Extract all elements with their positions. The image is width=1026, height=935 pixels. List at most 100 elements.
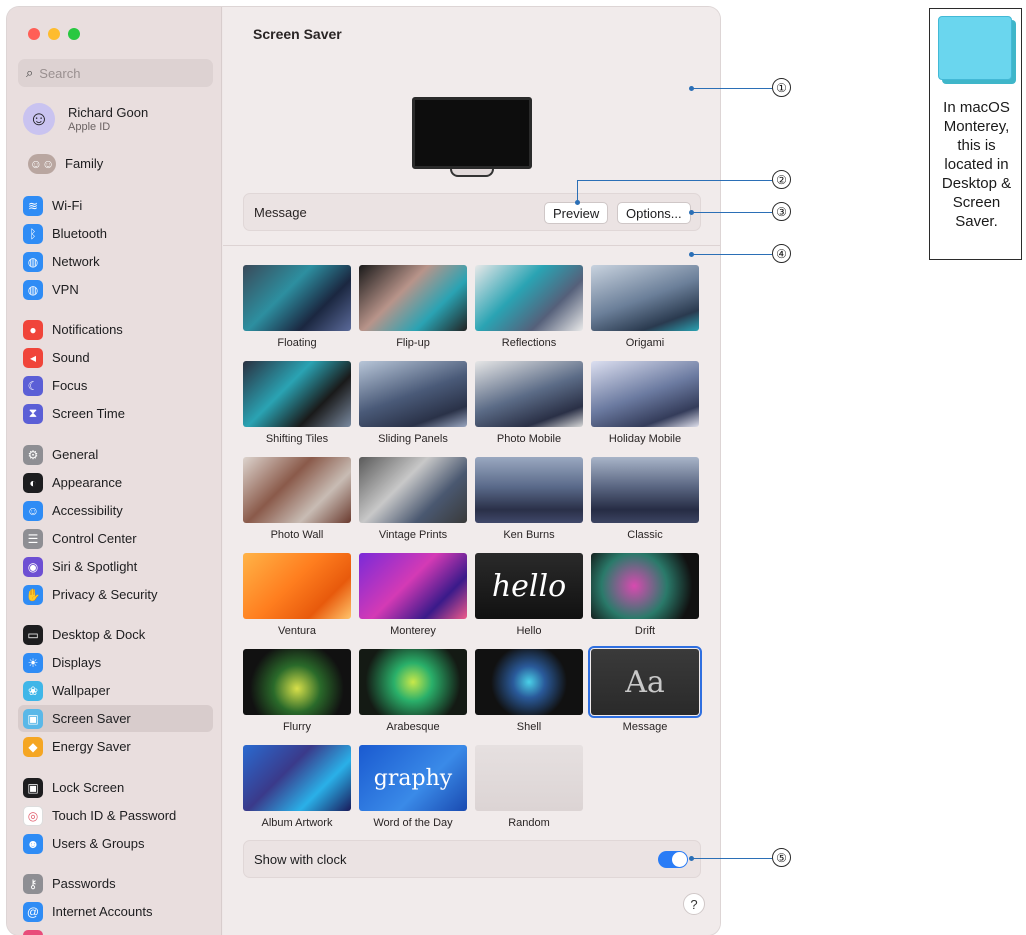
saver-thumbnail — [243, 649, 351, 715]
fingerprint-icon: ◎ — [23, 805, 43, 826]
selected-saver-row: Message Preview Options... — [243, 193, 701, 231]
sidebar-item-bluetooth[interactable]: ᛒ Bluetooth — [18, 220, 213, 247]
sidebar-item-sound[interactable]: ◂ Sound — [18, 344, 213, 371]
search-input[interactable]: ⌕ Search — [18, 59, 213, 87]
search-icon: ⌕ — [26, 65, 34, 80]
saver-tile-hello[interactable]: hello Hello — [475, 553, 583, 637]
saver-thumbnail: Aa — [588, 646, 702, 718]
apple-id-profile[interactable]: ☺ Richard Goon Apple ID — [23, 103, 148, 135]
bell-icon: ● — [23, 319, 43, 340]
sidebar-item-desktop-dock[interactable]: ▭ Desktop & Dock — [18, 621, 213, 648]
saver-thumbnail — [359, 457, 467, 523]
saver-tile-ken-burns[interactable]: Ken Burns — [475, 457, 583, 541]
sidebar-item-network[interactable]: ◍ Network — [18, 248, 213, 275]
sidebar-item-family[interactable]: ☺☺ Family — [23, 150, 213, 177]
saver-tile-monterey[interactable]: Monterey — [359, 553, 467, 637]
display-preview — [412, 97, 532, 169]
globe-icon: ◍ — [23, 251, 43, 272]
saver-tile-random[interactable]: Random — [475, 745, 583, 829]
speaker-icon: ◂ — [23, 347, 43, 368]
sidebar-item-label: Network — [52, 254, 100, 269]
sidebar-item-privacy-security[interactable]: ✋ Privacy & Security — [18, 581, 213, 608]
appearance-icon: ◐ — [23, 472, 43, 493]
saver-tile-holiday-mobile[interactable]: Holiday Mobile — [591, 361, 699, 445]
sidebar-item-displays[interactable]: ☀ Displays — [18, 649, 213, 676]
saver-tile-photo-wall[interactable]: Photo Wall — [243, 457, 351, 541]
sidebar-item-accessibility[interactable]: ☺ Accessibility — [18, 497, 213, 524]
saver-tile-flurry[interactable]: Flurry — [243, 649, 351, 733]
sidebar-item-label: Displays — [52, 655, 102, 670]
saver-label: Photo Mobile — [496, 433, 562, 445]
saver-tile-arabesque[interactable]: Arabesque — [359, 649, 467, 733]
preview-button[interactable]: Preview — [544, 202, 609, 224]
sidebar-item-appearance[interactable]: ◐ Appearance — [18, 469, 213, 496]
saver-tile-ventura[interactable]: Ventura — [243, 553, 351, 637]
saver-thumbnail — [475, 649, 583, 715]
sidebar-item-general[interactable]: ⚙ General — [18, 441, 213, 468]
saver-tile-flip-up[interactable]: Flip-up — [359, 265, 467, 349]
saver-label: Arabesque — [386, 721, 440, 733]
saver-tile-drift[interactable]: Drift — [591, 553, 699, 637]
saver-tile-message[interactable]: Aa Message — [588, 646, 702, 733]
sidebar-item-label: Wi-Fi — [52, 198, 83, 213]
show-with-clock-toggle[interactable] — [658, 851, 688, 868]
minimize-button[interactable] — [48, 28, 60, 40]
sidebar-item-vpn[interactable]: ◍ VPN — [18, 276, 213, 303]
saver-label: Message — [622, 721, 668, 733]
saver-tile-album-artwork[interactable]: Album Artwork — [243, 745, 351, 829]
sidebar-item-lock-screen[interactable]: ▣ Lock Screen — [18, 774, 213, 801]
sidebar: ⌕ Search ☺ Richard Goon Apple ID ☺☺ Fami… — [7, 7, 222, 935]
saver-tile-sliding-panels[interactable]: Sliding Panels — [359, 361, 467, 445]
saver-tile-origami[interactable]: Origami — [591, 265, 699, 349]
saver-tile-floating[interactable]: Floating — [243, 265, 351, 349]
saver-label: Floating — [277, 337, 317, 349]
sidebar-item-internet-accounts[interactable]: @ Internet Accounts — [18, 898, 213, 925]
sidebar-item-siri-spotlight[interactable]: ◉ Siri & Spotlight — [18, 553, 213, 580]
sidebar-item-passwords[interactable]: ⚷ Passwords — [18, 870, 213, 897]
dock-icon: ▭ — [23, 624, 43, 645]
saver-thumbnail — [591, 265, 699, 331]
sidebar-item-label: Privacy & Security — [52, 587, 158, 602]
saver-tile-shell[interactable]: Shell — [475, 649, 583, 733]
saver-thumbnail — [359, 649, 467, 715]
sidebar-item-label: Appearance — [52, 475, 123, 490]
sidebar-item-wallpaper[interactable]: ❀ Wallpaper — [18, 677, 213, 704]
zoom-button[interactable] — [68, 28, 80, 40]
sidebar-item-label: VPN — [52, 282, 79, 297]
saver-label: Vintage Prints — [378, 529, 448, 541]
sidebar-item-label: Notifications — [52, 322, 123, 337]
saver-tile-reflections[interactable]: Reflections — [475, 265, 583, 349]
saver-tile-vintage-prints[interactable]: Vintage Prints — [359, 457, 467, 541]
sidebar-item-control-center[interactable]: ☰ Control Center — [18, 525, 213, 552]
saver-tile-shifting-tiles[interactable]: Shifting Tiles — [243, 361, 351, 445]
sidebar-item-screen-time[interactable]: ⧗ Screen Time — [18, 400, 213, 427]
sidebar-item-screen-saver[interactable]: ▣ Screen Saver — [18, 705, 213, 732]
saver-tile-classic[interactable]: Classic — [591, 457, 699, 541]
sidebar-item-users-groups[interactable]: ☻ Users & Groups — [18, 830, 213, 857]
sidebar-item-focus[interactable]: ☾ Focus — [18, 372, 213, 399]
sidebar-item-notifications[interactable]: ● Notifications — [18, 316, 213, 343]
key-icon: ⚷ — [23, 873, 43, 894]
options-button[interactable]: Options... — [617, 202, 691, 224]
saver-label: Flurry — [282, 721, 312, 733]
sidebar-item-label: Siri & Spotlight — [52, 559, 138, 574]
sidebar-item-wi-fi[interactable]: ≋ Wi-Fi — [18, 192, 213, 219]
saver-thumbnail — [475, 457, 583, 523]
avatar: ☺ — [23, 103, 55, 135]
sidebar-item-label: Users & Groups — [52, 836, 145, 851]
desktop-screen-saver-icon — [938, 16, 1016, 90]
sidebar-item-energy-saver[interactable]: ◆ Energy Saver — [18, 733, 213, 760]
close-button[interactable] — [28, 28, 40, 40]
saver-thumbnail-text: Aa — [625, 664, 665, 700]
saver-tile-photo-mobile[interactable]: Photo Mobile — [475, 361, 583, 445]
saver-thumbnail-text: graphy — [373, 765, 453, 791]
at-icon: @ — [23, 901, 43, 922]
help-button[interactable]: ? — [683, 893, 705, 915]
sidebar-item-game-center[interactable]: ●Game Center — [18, 926, 213, 935]
saver-label: Photo Wall — [270, 529, 324, 541]
sun-icon: ☀ — [23, 652, 43, 673]
sidebar-item-touch-id-password[interactable]: ◎ Touch ID & Password — [18, 802, 213, 829]
saver-tile-word-of-the-day[interactable]: graphy Word of the Day — [359, 745, 467, 829]
saver-thumbnail — [243, 553, 351, 619]
sidebar-item-label: Bluetooth — [52, 226, 107, 241]
